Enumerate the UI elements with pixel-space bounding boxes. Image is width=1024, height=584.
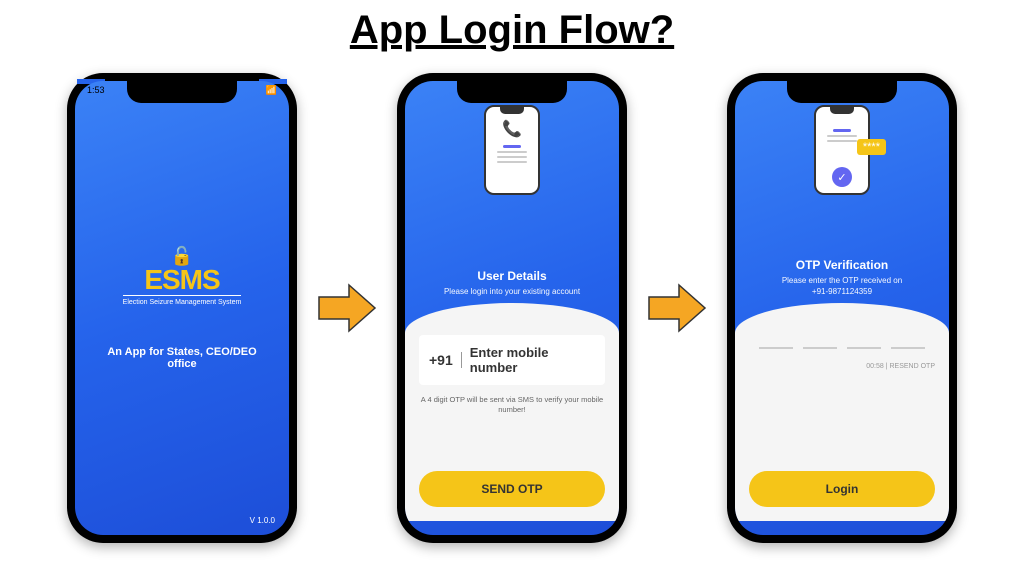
phone-illustration: 📞 xyxy=(484,105,540,195)
section-title: OTP Verification xyxy=(796,258,888,272)
section-subtitle: Please enter the OTP received on +91-987… xyxy=(782,276,902,297)
app-logo: 🔓 ESMS Election Seizure Management Syste… xyxy=(123,246,242,306)
time-label: 1:53 xyxy=(87,85,105,96)
tagline: An App for States, CEO/DEO office xyxy=(95,346,269,370)
otp-digit[interactable] xyxy=(803,347,837,349)
otp-digit[interactable] xyxy=(847,347,881,349)
arrow-icon xyxy=(317,283,377,333)
version-label: V 1.0.0 xyxy=(250,516,275,525)
logo-subtitle: Election Seizure Management System xyxy=(123,295,242,306)
phone-splash: 1:53 📶 🔓 ESMS Election Seizure Managemen… xyxy=(67,73,297,543)
phone-number: +91-9871124359 xyxy=(812,287,872,296)
otp-digit[interactable] xyxy=(759,347,793,349)
check-icon: ✓ xyxy=(832,167,852,187)
notch xyxy=(127,81,237,103)
otp-digit[interactable] xyxy=(891,347,925,349)
page-title: App Login Flow? xyxy=(0,8,1024,53)
wifi-icon: 📶 xyxy=(266,85,277,96)
notch xyxy=(787,81,897,103)
hint-text: A 4 digit OTP will be sent via SMS to ve… xyxy=(419,395,605,415)
otp-badge-icon: **** xyxy=(857,139,886,155)
section-title: User Details xyxy=(477,269,546,283)
phone-icon: 📞 xyxy=(502,119,522,139)
notch xyxy=(457,81,567,103)
section-subtitle: Please login into your existing account xyxy=(444,287,580,297)
mobile-input[interactable]: +91 Enter mobile number xyxy=(419,335,605,385)
login-button[interactable]: Login xyxy=(749,471,935,507)
flow-row: 1:53 📶 🔓 ESMS Election Seizure Managemen… xyxy=(0,73,1024,543)
otp-inputs[interactable] xyxy=(749,347,935,349)
country-code: +91 xyxy=(429,352,462,368)
resend-otp[interactable]: 00:58 | RESEND OTP xyxy=(866,363,935,370)
phone-user-details: 📞 User Details Please login into your ex… xyxy=(397,73,627,543)
phone-otp: **** ✓ OTP Verification Please enter the… xyxy=(727,73,957,543)
phone-illustration: **** ✓ xyxy=(814,105,870,195)
arrow-icon xyxy=(647,283,707,333)
send-otp-button[interactable]: SEND OTP xyxy=(419,471,605,507)
mobile-placeholder: Enter mobile number xyxy=(470,345,595,375)
logo-text: ESMS xyxy=(123,267,242,292)
